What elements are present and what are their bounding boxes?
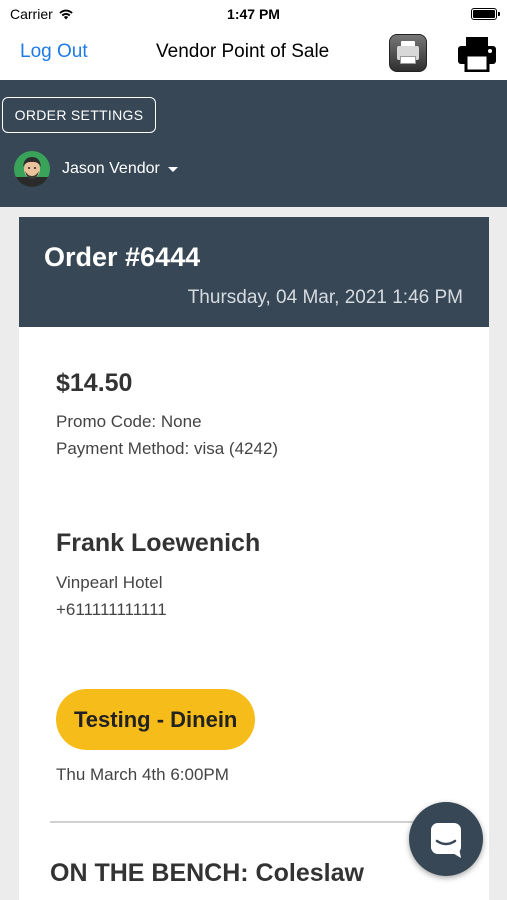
bench-item-title: ON THE BENCH: Coleslaw (50, 859, 364, 887)
order-card: Order #6444 Thursday, 04 Mar, 2021 1:46 … (19, 217, 489, 900)
divider (50, 821, 458, 823)
order-type-badge: Testing - Dinein (56, 689, 256, 750)
vendor-menu[interactable]: Jason Vendor (14, 151, 178, 187)
customer-name: Frank Loewenich (56, 529, 261, 557)
customer-location: Vinpearl Hotel (56, 573, 163, 592)
order-amount: $14.50 (56, 369, 133, 397)
page-title: Vendor Point of Sale (156, 41, 330, 62)
carrier-indicator: Carrier (10, 6, 74, 22)
avatar (14, 151, 50, 187)
payment-method: Payment Method: visa (4242) (56, 439, 279, 458)
carrier-label: Carrier (10, 6, 53, 22)
wifi-icon (59, 9, 73, 20)
order-number: Order #6444 (44, 242, 201, 272)
scheduled-time: Thu March 4th 6:00PM (56, 765, 229, 784)
status-time: 1:47 PM (227, 6, 280, 22)
order-settings-button[interactable]: ORDER SETTINGS (2, 97, 156, 133)
navigation-bar: Log Out Vendor Point of Sale (0, 28, 507, 80)
customer-phone: +611111111111 (56, 600, 167, 619)
printer-status-icon[interactable] (389, 34, 427, 72)
battery-icon (471, 8, 500, 20)
chat-icon (431, 823, 461, 858)
chat-launcher-button[interactable] (409, 802, 483, 876)
promo-code: Promo Code: None (56, 412, 202, 431)
vendor-avatar-icon (14, 157, 50, 187)
vendor-name: Jason Vendor (62, 160, 160, 177)
logout-button[interactable]: Log Out (20, 41, 88, 63)
order-card-header: Order #6444 Thursday, 04 Mar, 2021 1:46 … (19, 217, 489, 327)
chevron-down-icon (167, 166, 178, 172)
vendor-header: ORDER SETTINGS Jason Vendor (0, 80, 507, 207)
order-date: Thursday, 04 Mar, 2021 1:46 PM (187, 287, 463, 308)
status-bar: Carrier 1:47 PM (0, 0, 507, 28)
print-icon[interactable] (457, 36, 497, 72)
